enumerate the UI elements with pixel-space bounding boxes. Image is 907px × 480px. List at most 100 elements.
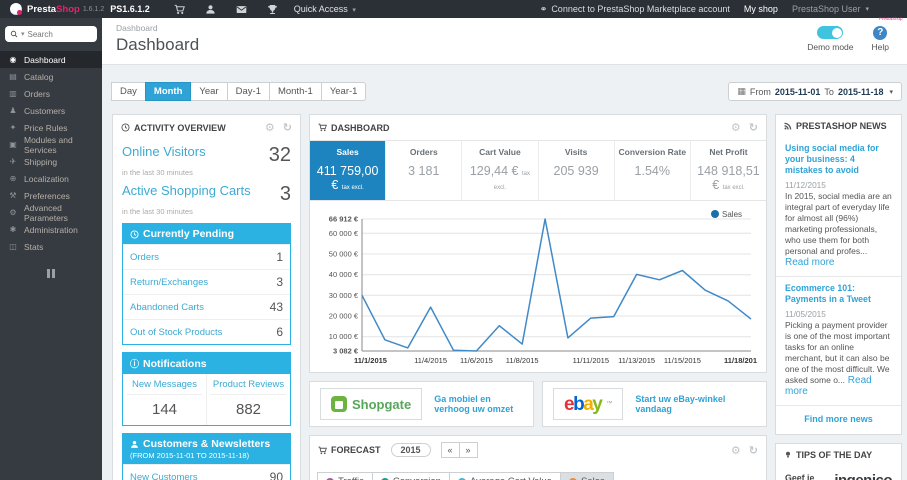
- period-button[interactable]: Year-1: [320, 82, 367, 101]
- breadcrumb[interactable]: Dashboard: [116, 23, 893, 33]
- kpi-suffix: tax excl.: [722, 185, 745, 191]
- find-more-news-link[interactable]: Find more news: [776, 406, 901, 434]
- sidebar-item[interactable]: ✈ Shipping: [0, 153, 102, 170]
- svg-text:11/11/2015: 11/11/2015: [573, 356, 609, 365]
- marketplace-link[interactable]: ⚭ Connect to PrestaShop Marketplace accou…: [540, 4, 730, 15]
- dashboard-panel: DASHBOARD ⚙ ↻ Sales 411 759,00 € tax excl…: [309, 114, 767, 373]
- quick-access-menu[interactable]: Quick Access ▾: [294, 4, 356, 14]
- ebay-link[interactable]: Start uw eBay-winkel vandaag: [635, 394, 756, 414]
- sidebar-item-label: Stats: [24, 241, 44, 252]
- ingenico-logo: ingenico Payment services: [829, 473, 892, 480]
- date-range-picker[interactable]: ▦ From 2015-11-01 To 2015-11-18 ▾: [728, 82, 902, 101]
- forecast-legend-button[interactable]: Traffic: [317, 472, 373, 480]
- sidebar-item[interactable]: ⚙ Advanced Parameters: [0, 203, 102, 223]
- collapse-sidebar-icon[interactable]: [0, 269, 102, 278]
- sidebar-item[interactable]: ⊕ Localization: [0, 170, 102, 187]
- period-button[interactable]: Month: [144, 82, 192, 101]
- forecast-legend: Traffic Conversion Average Cart Value: [310, 464, 766, 480]
- search-input[interactable]: [27, 29, 86, 39]
- news-article-title[interactable]: Ecommerce 101: Payments in a Tweet: [785, 283, 892, 305]
- sales-line-chart: 66 912 € 60 000 € 50 000 € 40 000 € 30 000 €…: [329, 210, 757, 365]
- panel-title: TIPS OF THE DAY: [796, 449, 873, 460]
- period-button[interactable]: Year: [190, 82, 228, 101]
- period-button[interactable]: Day-1: [226, 82, 270, 101]
- period-button[interactable]: Day: [111, 82, 146, 101]
- sidebar-search[interactable]: ▾: [5, 26, 97, 42]
- backward-icon[interactable]: «: [440, 442, 460, 458]
- forward-icon[interactable]: »: [458, 442, 478, 458]
- read-more-link[interactable]: Read more: [785, 257, 834, 268]
- demo-mode-toggle[interactable]: [817, 26, 844, 39]
- refresh-icon[interactable]: ↻: [283, 121, 292, 134]
- sidebar-item[interactable]: ▣ Modules and Services: [0, 135, 102, 155]
- trophy-icon[interactable]: [267, 4, 278, 15]
- cart-icon[interactable]: [174, 4, 185, 15]
- tips-of-the-day-panel: TIPS OF THE DAY ingenico Payment service…: [775, 442, 902, 480]
- mail-icon[interactable]: [236, 4, 247, 15]
- forecast-legend-button[interactable]: Sales: [559, 472, 614, 480]
- kpi-suffix: tax excl.: [341, 185, 364, 191]
- pending-row-link[interactable]: Orders: [130, 252, 159, 263]
- shop-code-label: PS1.6.1.2: [110, 4, 150, 14]
- refresh-icon[interactable]: ↻: [749, 121, 758, 134]
- svg-text:3 082 €: 3 082 €: [333, 347, 359, 356]
- ebay-letter: a: [583, 393, 594, 415]
- refresh-icon[interactable]: ↻: [749, 444, 758, 457]
- legend-label: Conversion: [393, 476, 441, 480]
- notification-link[interactable]: Product Reviews: [211, 379, 286, 395]
- kpi-tab[interactable]: Net Profit 148 918,51 € tax excl.: [691, 141, 766, 200]
- sidebar-item[interactable]: ▤ Catalog: [0, 68, 102, 85]
- kpi-tab[interactable]: Orders 3 181: [386, 141, 463, 200]
- activity-stat-sub: in the last 30 minutes: [122, 168, 193, 177]
- svg-text:66 912 €: 66 912 €: [329, 215, 359, 224]
- shopgate-link[interactable]: Ga mobiel en verhoog uw omzet: [434, 394, 523, 414]
- shopgate-logo: Shopgate: [320, 388, 423, 420]
- sidebar-item-icon: ◫: [9, 242, 17, 251]
- sidebar-item[interactable]: ✱ Administration: [0, 221, 102, 238]
- sidebar-item[interactable]: ◫ Stats: [0, 238, 102, 255]
- gear-icon[interactable]: ⚙: [265, 121, 275, 134]
- forecast-legend-button[interactable]: Average Cart Value: [448, 472, 561, 480]
- notifications-section: ⓘNotifications New Messages 144 Product: [122, 352, 291, 426]
- pending-row-value: 3: [276, 275, 283, 289]
- activity-stat-link[interactable]: Active Shopping Carts: [122, 183, 251, 198]
- activity-overview-panel: ACTIVITY OVERVIEW ⚙ ↻ Online Visitors 32: [112, 114, 301, 480]
- kpi-tab[interactable]: Sales 411 759,00 € tax excl.: [310, 141, 387, 200]
- activity-stat-link[interactable]: Online Visitors: [122, 144, 206, 159]
- pending-row-link[interactable]: Return/Exchanges: [130, 277, 208, 288]
- kpi-tab[interactable]: Conversion Rate 1.54%: [615, 141, 691, 200]
- kpi-tab[interactable]: Cart Value 129,44 € tax excl.: [462, 141, 539, 200]
- sidebar-item[interactable]: ▥ Orders: [0, 85, 102, 102]
- news-article-title[interactable]: Using social media for your business: 4 …: [785, 143, 892, 176]
- user-menu[interactable]: PrestaShop User ▾: [792, 4, 869, 14]
- chevron-down-icon: ▾: [889, 88, 893, 96]
- notification-col: Product Reviews 882: [206, 374, 290, 425]
- chevron-down-icon[interactable]: ▾: [21, 30, 25, 38]
- forecast-legend-button[interactable]: Conversion: [371, 472, 450, 480]
- user-avatar[interactable]: PrestaShop: [879, 2, 903, 21]
- kpi-value: 205 939: [553, 164, 599, 178]
- sidebar-item[interactable]: ♟ Customers: [0, 102, 102, 119]
- help-icon[interactable]: ?: [873, 26, 888, 40]
- customers-row-link[interactable]: New Customers: [130, 472, 198, 480]
- forecast-year: 2015: [390, 443, 431, 457]
- my-shop-link[interactable]: My shop: [744, 4, 778, 14]
- activity-stat: Online Visitors 32 in the last 30 minute…: [122, 144, 291, 177]
- kpi-tab[interactable]: Visits 205 939: [539, 141, 615, 200]
- sidebar-item[interactable]: ⚒ Preferences: [0, 187, 102, 204]
- person-icon[interactable]: [205, 4, 216, 15]
- sidebar-item[interactable]: ✦ Price Rules: [0, 119, 102, 136]
- panel-title: PRESTASHOP NEWS: [796, 121, 887, 131]
- gear-icon[interactable]: ⚙: [731, 121, 741, 134]
- cart-icon: [318, 123, 327, 132]
- period-button[interactable]: Month-1: [268, 82, 322, 101]
- sidebar-item[interactable]: ◉ Dashboard: [0, 51, 102, 68]
- notification-link[interactable]: New Messages: [127, 379, 202, 395]
- ebay-banner[interactable]: ebay ™ Start uw eBay-winkel vandaag: [542, 381, 767, 427]
- pending-row-link[interactable]: Out of Stock Products: [130, 327, 222, 338]
- kpi-value: 1.54%: [634, 164, 670, 178]
- shopgate-banner[interactable]: Shopgate Ga mobiel en verhoog uw omzet: [309, 381, 534, 427]
- search-icon: [10, 30, 18, 38]
- gear-icon[interactable]: ⚙: [731, 444, 741, 457]
- pending-row-link[interactable]: Abandoned Carts: [130, 302, 204, 313]
